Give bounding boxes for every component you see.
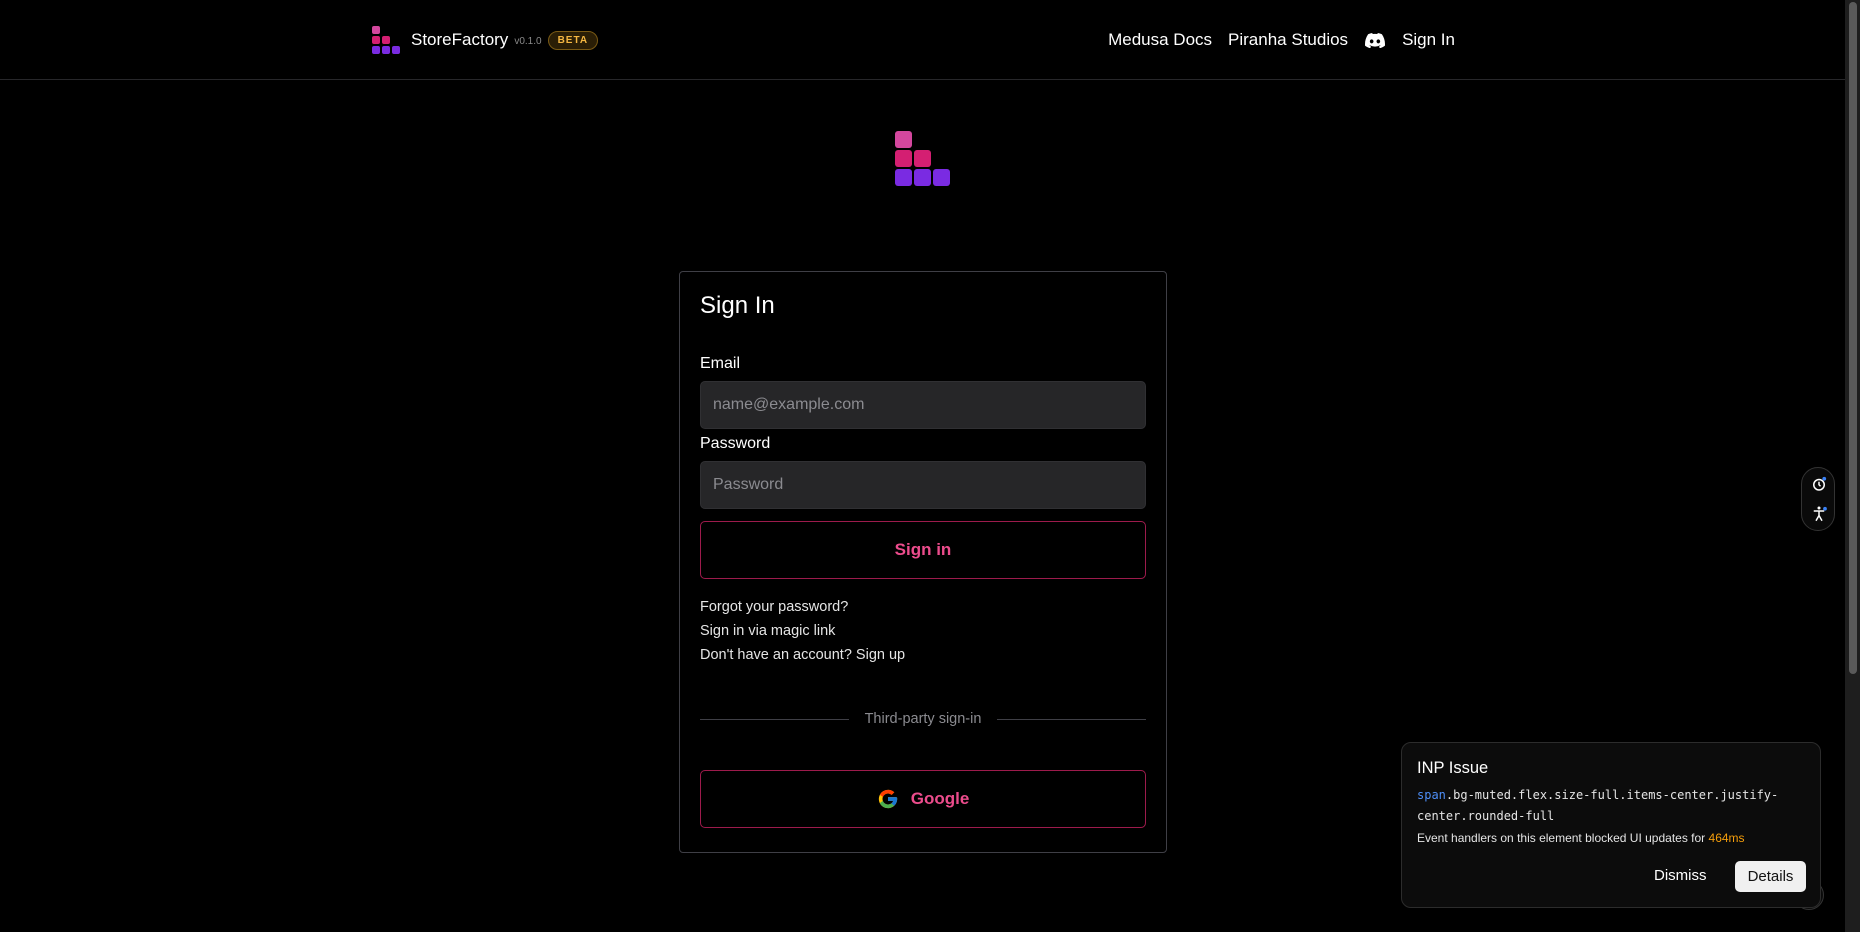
brand-name: StoreFactory <box>411 30 509 49</box>
google-button-label: Google <box>910 789 970 808</box>
blocked-duration: 464ms <box>1708 831 1745 845</box>
accessibility-icon[interactable] <box>1810 505 1828 523</box>
top-navbar: StoreFactory v0.1.0 BETA Medusa Docs Pir… <box>0 0 1845 80</box>
nav-medusa-docs[interactable]: Medusa Docs <box>1108 30 1212 50</box>
password-label: Password <box>700 435 771 452</box>
nav-piranha-studios[interactable]: Piranha Studios <box>1228 30 1348 50</box>
selector-classes: .bg-muted.flex.size-full.items-center.ju… <box>1417 788 1779 823</box>
toast-title: INP Issue <box>1417 759 1489 777</box>
password-field[interactable] <box>700 461 1146 509</box>
scrollbar-thumb[interactable] <box>1849 2 1857 674</box>
discord-icon[interactable] <box>1364 31 1386 49</box>
sign-in-button[interactable]: Sign in <box>700 521 1146 579</box>
element-selector: span.bg-muted.flex.size-full.items-cente… <box>1417 785 1807 827</box>
email-field[interactable] <box>700 381 1146 429</box>
google-icon <box>878 789 897 809</box>
divider-line-right <box>997 719 1146 720</box>
brand[interactable]: StoreFactory v0.1.0 BETA <box>372 26 599 54</box>
email-label: Email <box>700 355 741 372</box>
version-label: v0.1.0 <box>514 35 542 47</box>
sign-in-card: Sign In Email Password Sign in Forgot yo… <box>679 271 1167 853</box>
nav-sign-in[interactable]: Sign In <box>1402 30 1455 50</box>
sign-up-link[interactable]: Don't have an account? Sign up <box>700 647 905 663</box>
timer-icon[interactable] <box>1810 475 1828 493</box>
side-tools-widget <box>1801 467 1835 531</box>
beta-badge: BETA <box>547 30 599 50</box>
forgot-password-link[interactable]: Forgot your password? <box>700 599 848 615</box>
storefactory-logo-icon <box>372 26 401 54</box>
toast-message-text: Event handlers on this element blocked U… <box>1417 831 1709 845</box>
main-nav: Medusa Docs Piranha Studios Sign In <box>1092 26 1455 54</box>
dismiss-button[interactable]: Dismiss <box>1654 867 1707 884</box>
hero-logo-icon <box>895 131 951 187</box>
google-sign-in-button[interactable]: Google <box>700 770 1146 828</box>
page: StoreFactory v0.1.0 BETA Medusa Docs Pir… <box>0 0 1860 932</box>
inp-issue-toast: INP Issue span.bg-muted.flex.size-full.i… <box>1401 742 1821 908</box>
details-button[interactable]: Details <box>1735 861 1806 892</box>
magic-link-link[interactable]: Sign in via magic link <box>700 623 835 639</box>
card-title: Sign In <box>700 292 775 319</box>
toast-message: Event handlers on this element blocked U… <box>1417 831 1745 845</box>
selector-tag: span <box>1417 788 1446 802</box>
